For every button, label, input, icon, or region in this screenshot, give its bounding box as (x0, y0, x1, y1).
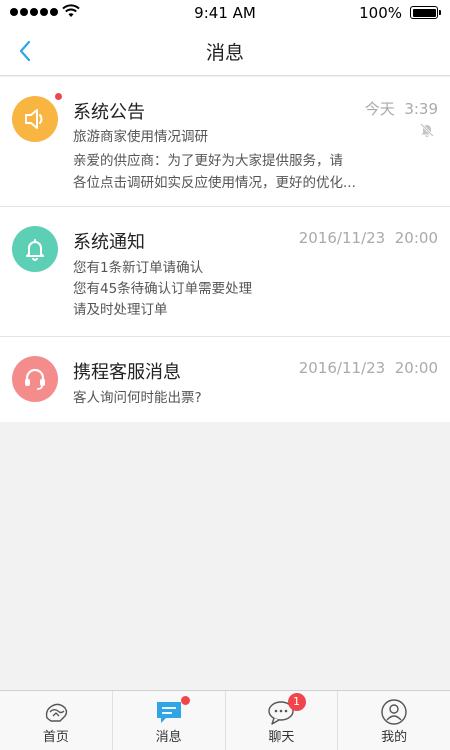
message-line: 您有1条新订单请确认 (73, 260, 204, 276)
status-bar: 9:41 AM 100% (0, 0, 450, 26)
message-time: 20:00 (394, 229, 438, 247)
message-icon (156, 702, 181, 723)
unread-count-badge: 1 (287, 693, 306, 711)
battery-icon (410, 6, 441, 19)
profile-icon (381, 699, 407, 725)
message-timestamp: 2016/11/23 20:00 (299, 229, 438, 247)
message-item-announcement[interactable]: 系统公告 今天 3:39 旅游商家使用情况调研 亲爱的供应商：为了更好为大家提供… (0, 77, 450, 207)
tab-chat[interactable]: 1 聊天 (226, 691, 339, 750)
tab-home[interactable]: 首页 (0, 691, 113, 750)
notice-avatar (12, 226, 58, 272)
nav-bar: 消息 (0, 26, 450, 76)
tab-label: 首页 (42, 730, 69, 745)
message-title: 系统通知 (73, 232, 145, 253)
home-icon (45, 703, 68, 722)
message-timestamp: 2016/11/23 20:00 (299, 359, 438, 377)
tab-label: 我的 (381, 730, 408, 745)
speaker-icon (25, 109, 43, 129)
message-date: 2016/11/23 (298, 229, 386, 247)
battery-percentage: 100% (359, 4, 402, 22)
tab-label: 消息 (155, 730, 182, 745)
message-line: 请及时处理订单 (73, 302, 168, 318)
message-title: 携程客服消息 (73, 362, 181, 383)
bell-off-icon (420, 123, 434, 137)
unread-dot (54, 92, 63, 101)
message-line: 客人询问何时能出票? (73, 390, 202, 406)
message-title: 系统公告 (73, 102, 145, 123)
tab-messages[interactable]: 消息 (113, 691, 226, 750)
announcement-avatar (12, 96, 58, 142)
message-time: 20:00 (394, 359, 438, 377)
message-line: 亲爱的供应商：为了更好为大家提供服务，请 (73, 153, 343, 169)
message-list: 系统公告 今天 3:39 旅游商家使用情况调研 亲爱的供应商：为了更好为大家提供… (0, 77, 450, 422)
bell-icon (26, 239, 44, 261)
message-item-notice[interactable]: 系统通知 2016/11/23 20:00 您有1条新订单请确认 您有45条待确… (0, 207, 450, 337)
message-line: 您有45条待确认订单需要处理 (73, 281, 253, 297)
tab-profile[interactable]: 我的 (338, 691, 450, 750)
tab-label: 聊天 (268, 730, 295, 745)
page-title: 消息 (205, 42, 244, 64)
message-timestamp: 今天 3:39 (365, 98, 438, 119)
tab-bar: 首页 消息 1 聊天 我的 (0, 690, 450, 750)
message-subtitle: 旅游商家使用情况调研 (73, 129, 208, 145)
unread-dot (180, 696, 190, 705)
message-date: 今天 (364, 100, 395, 118)
message-time: 3:39 (404, 100, 438, 118)
headset-icon (25, 368, 45, 390)
customer-service-avatar (12, 356, 58, 402)
message-item-customer-service[interactable]: 携程客服消息 2016/11/23 20:00 客人询问何时能出票? (0, 337, 450, 422)
message-date: 2016/11/23 (298, 359, 386, 377)
message-line: 各位点击调研如实反应使用情况，更好的优化... (73, 175, 356, 191)
